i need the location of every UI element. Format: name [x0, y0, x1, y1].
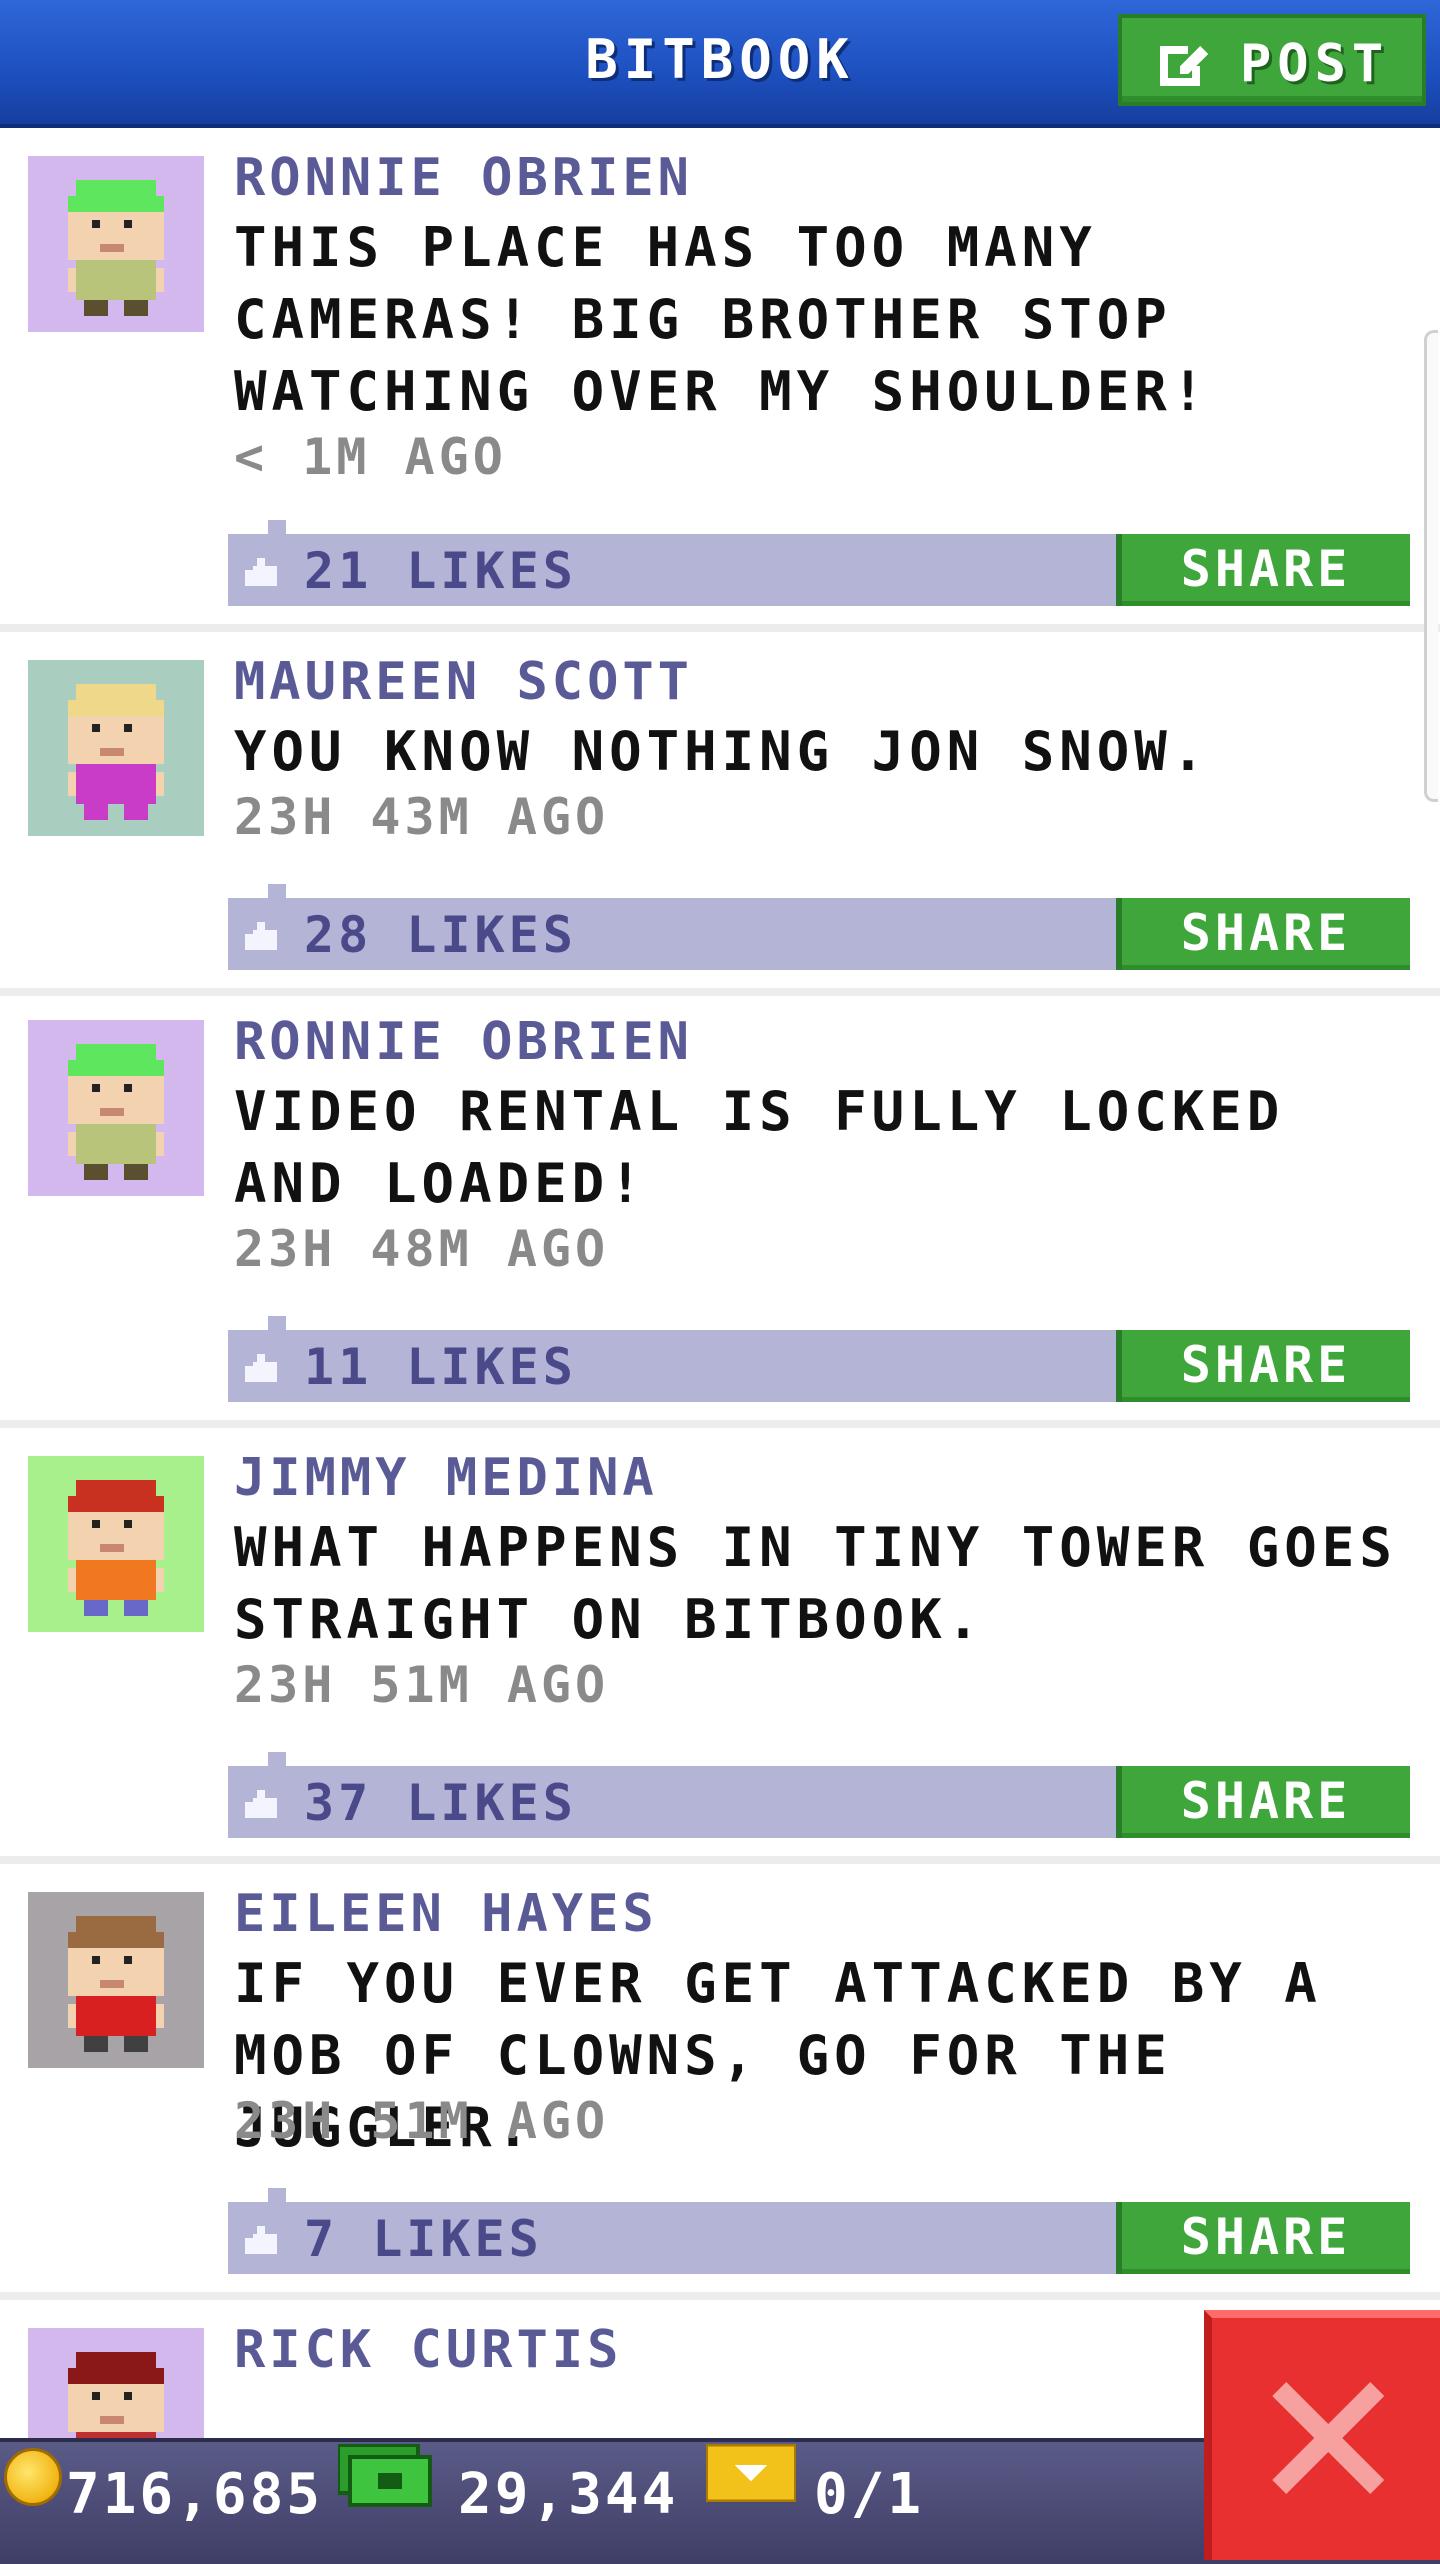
avatar[interactable]	[28, 1456, 204, 1632]
post-button[interactable]: POST	[1118, 14, 1426, 106]
post-author[interactable]: JIMMY MEDINA	[234, 1448, 658, 1508]
post-divider	[0, 2292, 1440, 2300]
post-author[interactable]: EILEEN HAYES	[234, 1884, 658, 1944]
share-button[interactable]: SHARE	[1116, 1766, 1410, 1838]
close-icon	[1272, 2382, 1384, 2494]
share-button[interactable]: SHARE	[1116, 534, 1410, 606]
ticket-icon	[706, 2444, 796, 2502]
likes-count[interactable]: 7 LIKES	[304, 2210, 543, 2268]
share-button[interactable]: SHARE	[1116, 1330, 1410, 1402]
post-divider	[0, 1856, 1440, 1864]
likes-bar: 11 LIKES SHARE	[228, 1316, 1410, 1402]
avatar[interactable]	[28, 1020, 204, 1196]
feed-post: JIMMY MEDINA WHAT HAPPENS IN TINY TOWER …	[0, 1428, 1440, 1864]
thumbs-up-icon	[245, 1354, 277, 1382]
feed-post: RONNIE OBRIEN VIDEO RENTAL IS FULLY LOCK…	[0, 992, 1440, 1428]
share-button[interactable]: SHARE	[1116, 2202, 1410, 2274]
thumbs-up-icon	[245, 2226, 277, 2254]
post-timestamp: 23H 51M AGO	[234, 2092, 610, 2150]
avatar[interactable]	[28, 156, 204, 332]
post-author[interactable]: RICK CURTIS	[234, 2320, 622, 2380]
likes-count[interactable]: 21 LIKES	[304, 542, 577, 600]
cash-icon	[338, 2444, 432, 2507]
scrollbar[interactable]	[1424, 330, 1438, 802]
post-timestamp: 23H 43M AGO	[234, 788, 610, 846]
share-button[interactable]: SHARE	[1116, 898, 1410, 970]
thumbs-up-icon	[245, 558, 277, 586]
compose-icon	[1160, 46, 1208, 86]
post-timestamp: 23H 48M AGO	[234, 1220, 610, 1278]
post-author[interactable]: RONNIE OBRIEN	[234, 148, 693, 208]
coins-count: 716,685	[66, 2462, 324, 2527]
likes-bar: 7 LIKES SHARE	[228, 2188, 1410, 2274]
close-button[interactable]	[1204, 2310, 1440, 2560]
post-message: VIDEO RENTAL IS FULLY LOCKED AND LOADED!	[234, 1080, 1285, 1215]
post-message: THIS PLACE HAS TOO MANY CAMERAS! BIG BRO…	[234, 216, 1210, 423]
likes-bar: 28 LIKES SHARE	[228, 884, 1410, 970]
post-divider	[0, 624, 1440, 632]
bux-count: 29,344	[458, 2462, 679, 2527]
post-author[interactable]: RONNIE OBRIEN	[234, 1012, 693, 1072]
feed-post: MAUREEN SCOTT YOU KNOW NOTHING JON SNOW.…	[0, 632, 1440, 996]
likes-bar: 37 LIKES SHARE	[228, 1752, 1410, 1838]
post-message: WHAT HAPPENS IN TINY TOWER GOES STRAIGHT…	[234, 1516, 1397, 1651]
feed-post: EILEEN HAYES IF YOU EVER GET ATTACKED BY…	[0, 1864, 1440, 2300]
post-divider	[0, 1420, 1440, 1428]
feed-post: RONNIE OBRIEN THIS PLACE HAS TOO MANY CA…	[0, 128, 1440, 632]
thumbs-up-icon	[245, 1790, 277, 1818]
app-header: BITBOOK POST	[0, 0, 1440, 128]
avatar[interactable]	[28, 1892, 204, 2068]
post-timestamp: < 1M AGO	[234, 428, 507, 486]
likes-count[interactable]: 11 LIKES	[304, 1338, 577, 1396]
likes-count[interactable]: 37 LIKES	[304, 1774, 577, 1832]
avatar[interactable]	[28, 660, 204, 836]
coin-icon	[4, 2448, 62, 2506]
post-author[interactable]: MAUREEN SCOTT	[234, 652, 693, 712]
avatar[interactable]	[28, 2328, 204, 2438]
post-button-label: POST	[1240, 34, 1390, 94]
likes-bar: 21 LIKES SHARE	[228, 520, 1410, 606]
post-message: YOU KNOW NOTHING JON SNOW.	[234, 720, 1210, 783]
feed[interactable]: RONNIE OBRIEN THIS PLACE HAS TOO MANY CA…	[0, 128, 1440, 2438]
thumbs-up-icon	[245, 922, 277, 950]
tickets-count: 0/1	[814, 2462, 925, 2527]
likes-count[interactable]: 28 LIKES	[304, 906, 577, 964]
post-timestamp: 23H 51M AGO	[234, 1656, 610, 1714]
